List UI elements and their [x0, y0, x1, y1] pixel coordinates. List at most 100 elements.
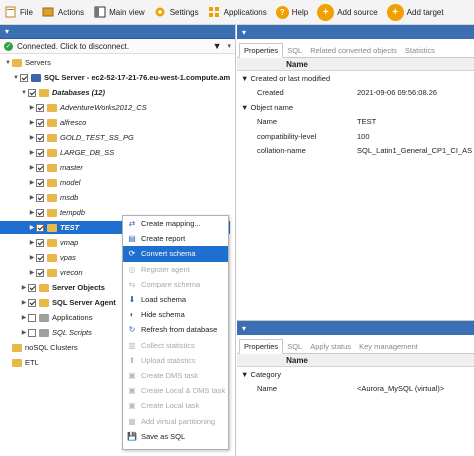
tree-node-db[interactable]: ▶ model	[28, 176, 81, 189]
property-row[interactable]: collation-name SQL_Latin1_General_CP1_CI_…	[237, 144, 474, 159]
tree-node-db[interactable]: ▶ vrecon	[28, 266, 83, 279]
menu-item-save-as-sql[interactable]: 💾 Save as SQL	[123, 429, 228, 444]
applications-menu[interactable]: Applications	[208, 6, 267, 19]
menu-item-convert-schema[interactable]: ⟳ Convert schema	[123, 246, 228, 262]
property-category[interactable]: ▼ Object name	[237, 100, 474, 115]
expand-arrow-icon[interactable]: ▶	[28, 254, 36, 261]
expand-arrow-icon[interactable]: ▶	[28, 119, 36, 126]
tree-node-sql-server-agent[interactable]: ▶ SQL Server Agent	[20, 296, 116, 309]
expand-arrow-icon[interactable]: ▼	[241, 74, 251, 83]
menu-item-load-schema[interactable]: ⬇ Load schema	[123, 292, 228, 307]
tree-checkbox[interactable]	[28, 88, 36, 97]
tree-checkbox[interactable]	[36, 193, 44, 202]
tree-node-db[interactable]: ▶ AdventureWorks2012_CS	[28, 101, 147, 114]
connection-bar[interactable]: ✓ Connected. Click to disconnect. ▼ ▾	[0, 39, 235, 54]
tree-node-db[interactable]: ▶ LARGE_DB_SS	[28, 146, 115, 159]
tab-apply-status[interactable]: Apply status	[306, 340, 355, 353]
tree-node-db[interactable]: ▶ vpas	[28, 251, 76, 264]
tree-checkbox[interactable]	[28, 328, 36, 337]
expand-arrow-icon[interactable]: ▼	[241, 370, 251, 379]
tree-node-db[interactable]: ▶ alfresco	[28, 116, 87, 129]
expand-arrow-icon[interactable]: ▼	[4, 60, 12, 66]
add-source-button[interactable]: + Add source	[317, 3, 378, 21]
tree-node-db[interactable]: ▶ master	[28, 161, 83, 174]
tree-node-db[interactable]: ▶ GOLD_TEST_SS_PG	[28, 131, 134, 144]
tree-checkbox[interactable]	[36, 148, 44, 157]
tab-properties[interactable]: Properties	[239, 339, 284, 354]
tree-node-applications[interactable]: ▶ Applications	[20, 311, 93, 324]
settings-menu[interactable]: Settings	[154, 6, 199, 19]
expand-arrow-icon[interactable]: ▶	[28, 104, 36, 111]
tree-node-db[interactable]: ▶ tempdb	[28, 206, 85, 219]
file-menu[interactable]: File	[4, 6, 33, 19]
collapse-chevron-icon[interactable]: ▾	[242, 28, 246, 37]
expand-arrow-icon[interactable]: ▼	[20, 90, 28, 96]
main-view-menu[interactable]: Main view	[93, 6, 145, 19]
property-row[interactable]: compatibility-level 100	[237, 129, 474, 144]
expand-arrow-icon[interactable]: ▶	[28, 164, 36, 171]
target-properties-header[interactable]: ▾	[237, 321, 474, 335]
expand-arrow-icon[interactable]: ▶	[28, 134, 36, 141]
menu-item-refresh-from-database[interactable]: ↻ Refresh from database	[123, 322, 228, 337]
expand-arrow-icon[interactable]: ▶	[28, 194, 36, 201]
tree-checkbox[interactable]	[36, 178, 44, 187]
tree-checkbox[interactable]	[36, 238, 44, 247]
expand-arrow-icon[interactable]: ▶	[20, 284, 28, 291]
tree-node-nosql-clusters[interactable]: noSQL Clusters	[4, 341, 78, 354]
tree-node-etl[interactable]: ETL	[4, 356, 39, 369]
expand-arrow-icon[interactable]: ▶	[28, 209, 36, 216]
source-panel-header[interactable]: ▾	[0, 25, 235, 39]
expand-arrow-icon[interactable]: ▶	[28, 149, 36, 156]
tree-node-databases[interactable]: ▼ Databases (12)	[20, 86, 105, 99]
tree-checkbox[interactable]	[36, 268, 44, 277]
tree-node-server-objects[interactable]: ▶ Server Objects	[20, 281, 105, 294]
tab-sql[interactable]: SQL	[283, 340, 306, 353]
tab-key-management[interactable]: Key management	[355, 340, 422, 353]
tree-node-db[interactable]: ▶ vmap	[28, 236, 79, 249]
actions-menu[interactable]: Actions	[42, 6, 84, 19]
expand-arrow-icon[interactable]: ▶	[28, 269, 36, 276]
expand-arrow-icon[interactable]: ▼	[241, 103, 251, 112]
expand-arrow-icon[interactable]: ▼	[12, 75, 20, 81]
tree-checkbox[interactable]	[36, 223, 44, 232]
tree-checkbox[interactable]	[36, 253, 44, 262]
tree-node-sql-scripts[interactable]: ▶ SQL Scripts	[20, 326, 92, 339]
tree-checkbox[interactable]	[20, 73, 28, 82]
tree-node-sql-server[interactable]: ▼ SQL Server - ec2-52-17-21-76.eu-west-1…	[12, 71, 230, 84]
tab-properties[interactable]: Properties	[239, 43, 284, 58]
tree-checkbox[interactable]	[36, 133, 44, 142]
expand-arrow-icon[interactable]: ▶	[28, 239, 36, 246]
property-row[interactable]: Name TEST	[237, 115, 474, 130]
tree-checkbox[interactable]	[36, 208, 44, 217]
menu-item-create-mapping[interactable]: ⇄ Create mapping...	[123, 216, 228, 231]
menu-item-hide-schema[interactable]: ◐ Hide schema	[123, 307, 228, 322]
collapse-chevron-icon[interactable]: ▾	[5, 27, 9, 36]
collapse-chevron-icon[interactable]: ▾	[242, 324, 246, 333]
expand-arrow-icon[interactable]: ▶	[20, 329, 28, 336]
menu-item-create-report[interactable]: ▤ Create report	[123, 231, 228, 246]
property-row[interactable]: Name <Aurora_MySQL (virtual)>	[237, 382, 474, 397]
tab-sql[interactable]: SQL	[283, 44, 306, 57]
tree-checkbox[interactable]	[28, 298, 36, 307]
tree-menu-chevron-icon[interactable]: ▾	[227, 42, 231, 50]
tab-statistics[interactable]: Statistics	[401, 44, 439, 57]
property-category[interactable]: ▼ Created or last modified	[237, 71, 474, 86]
expand-arrow-icon[interactable]: ▶	[20, 299, 28, 306]
tree-checkbox[interactable]	[28, 283, 36, 292]
property-category[interactable]: ▼ Category	[237, 367, 474, 382]
property-row[interactable]: Created 2021-09-06 09:56:08.26	[237, 86, 474, 101]
tree-checkbox[interactable]	[36, 103, 44, 112]
help-menu[interactable]: ? Help	[275, 5, 308, 19]
tree-node-servers[interactable]: ▼ Servers	[4, 56, 51, 69]
tree-checkbox[interactable]	[36, 163, 44, 172]
expand-arrow-icon[interactable]: ▶	[20, 314, 28, 321]
expand-arrow-icon[interactable]: ▶	[28, 224, 36, 231]
tab-related-converted-objects[interactable]: Related converted objects	[306, 44, 401, 57]
expand-arrow-icon[interactable]: ▶	[28, 179, 36, 186]
add-target-button[interactable]: + Add target	[386, 3, 444, 21]
tree-checkbox[interactable]	[28, 313, 36, 322]
tree-checkbox[interactable]	[36, 118, 44, 127]
tree-node-db[interactable]: ▶ msdb	[28, 191, 79, 204]
filter-icon[interactable]: ▼	[213, 41, 222, 51]
source-properties-header[interactable]: ▾	[237, 25, 474, 39]
